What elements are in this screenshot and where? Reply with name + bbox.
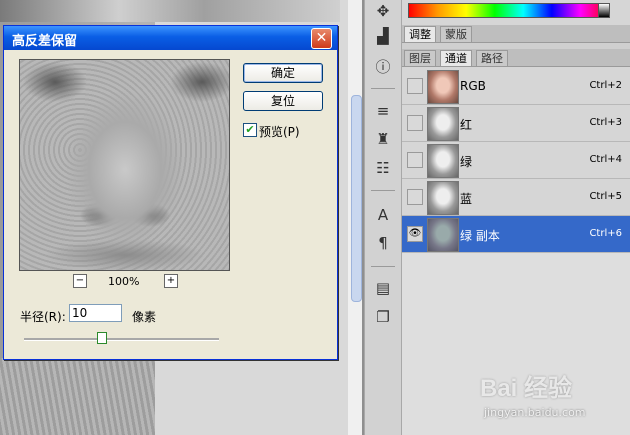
channels-tabbar: 图层 通道 路径: [402, 49, 630, 67]
close-button[interactable]: ✕: [311, 28, 332, 49]
channel-thumbnail: [427, 181, 459, 215]
color-bw-ramp[interactable]: [598, 3, 610, 18]
watermark-logo: Bai 经验: [480, 375, 573, 402]
canvas-photo-bottom: [0, 358, 155, 435]
visibility-toggle[interactable]: [407, 115, 423, 131]
tool-presets-icon[interactable]: ☷: [372, 157, 394, 179]
dock-divider: [371, 190, 395, 191]
radius-label: 半径(R):: [20, 310, 66, 324]
channel-name: 蓝: [460, 192, 473, 206]
radius-input[interactable]: [69, 304, 122, 322]
notes-icon[interactable]: ▤: [372, 277, 394, 299]
tab-layers[interactable]: 图层: [404, 50, 436, 66]
canvas-photo-top: [0, 0, 340, 22]
high-pass-dialog: 高反差保留 ✕ − 100% + 确定 复位 ✔ 预览(P) 半径(R): 像素: [3, 25, 338, 360]
channel-row-green[interactable]: 绿 Ctrl+4: [402, 142, 630, 179]
dock-divider: [371, 266, 395, 267]
watermark: Bai 经验 jingyan.baidu.com: [480, 368, 620, 428]
channel-name: 绿: [460, 155, 473, 169]
paragraph-icon[interactable]: ¶: [372, 232, 394, 254]
channel-thumbnail: [427, 218, 459, 252]
dialog-title: 高反差保留: [12, 34, 78, 49]
adjustments-tabbar: 调整 蒙版: [402, 25, 630, 43]
scrollbar-thumb[interactable]: [351, 95, 362, 302]
channel-thumbnail: [427, 144, 459, 178]
channel-row-red[interactable]: 红 Ctrl+3: [402, 105, 630, 142]
layer-comps-icon[interactable]: ❐: [372, 306, 394, 328]
channel-name: 红: [460, 118, 473, 132]
tab-channels[interactable]: 通道: [440, 50, 472, 66]
zoom-in-button[interactable]: +: [164, 274, 178, 288]
channel-name: RGB: [460, 79, 486, 93]
radius-slider-track[interactable]: [24, 338, 219, 341]
color-spectrum-bar[interactable]: [408, 3, 610, 18]
clone-source-icon[interactable]: ♜: [372, 128, 394, 150]
visibility-toggle[interactable]: [407, 152, 423, 168]
channel-shortcut: Ctrl+2: [589, 80, 622, 91]
channel-shortcut: Ctrl+5: [589, 191, 622, 202]
channel-row-blue[interactable]: 蓝 Ctrl+5: [402, 179, 630, 216]
tab-masks[interactable]: 蒙版: [440, 26, 472, 42]
watermark-url: jingyan.baidu.com: [484, 406, 586, 419]
dock-divider: [371, 88, 395, 89]
preview-checkbox[interactable]: ✔: [243, 123, 257, 137]
character-icon[interactable]: A: [372, 204, 394, 226]
radius-unit: 像素: [132, 310, 157, 324]
zoom-out-button[interactable]: −: [73, 274, 87, 288]
channel-name: 绿 副本: [460, 229, 500, 243]
reset-button[interactable]: 复位: [243, 91, 323, 111]
channel-thumbnail: [427, 70, 459, 104]
channel-thumbnail: [427, 107, 459, 141]
visibility-toggle[interactable]: [407, 189, 423, 205]
ok-button[interactable]: 确定: [243, 63, 323, 83]
channel-shortcut: Ctrl+6: [589, 228, 622, 239]
radius-slider-thumb[interactable]: [97, 332, 107, 344]
channel-shortcut: Ctrl+3: [589, 117, 622, 128]
filter-preview-image[interactable]: [19, 59, 230, 271]
channel-row-rgb[interactable]: RGB Ctrl+2: [402, 68, 630, 105]
panel-dock-icons: ✥ ▟ ⓘ ≡ ♜ ☷ A ¶ ▤ ❐: [364, 0, 402, 435]
info-icon[interactable]: ⓘ: [372, 56, 394, 78]
eye-icon[interactable]: 👁: [407, 226, 423, 242]
zoom-level: 100%: [108, 275, 140, 288]
channel-shortcut: Ctrl+4: [589, 154, 622, 165]
brush-presets-icon[interactable]: ≡: [372, 100, 394, 122]
navigator-icon[interactable]: ✥: [372, 0, 394, 22]
channel-row-green-copy[interactable]: 👁 绿 副本 Ctrl+6: [402, 216, 630, 253]
tab-adjustments[interactable]: 调整: [404, 26, 436, 42]
histogram-icon[interactable]: ▟: [372, 25, 394, 47]
visibility-toggle[interactable]: [407, 78, 423, 94]
preview-label: 预览(P): [259, 125, 300, 139]
tab-paths[interactable]: 路径: [476, 50, 508, 66]
